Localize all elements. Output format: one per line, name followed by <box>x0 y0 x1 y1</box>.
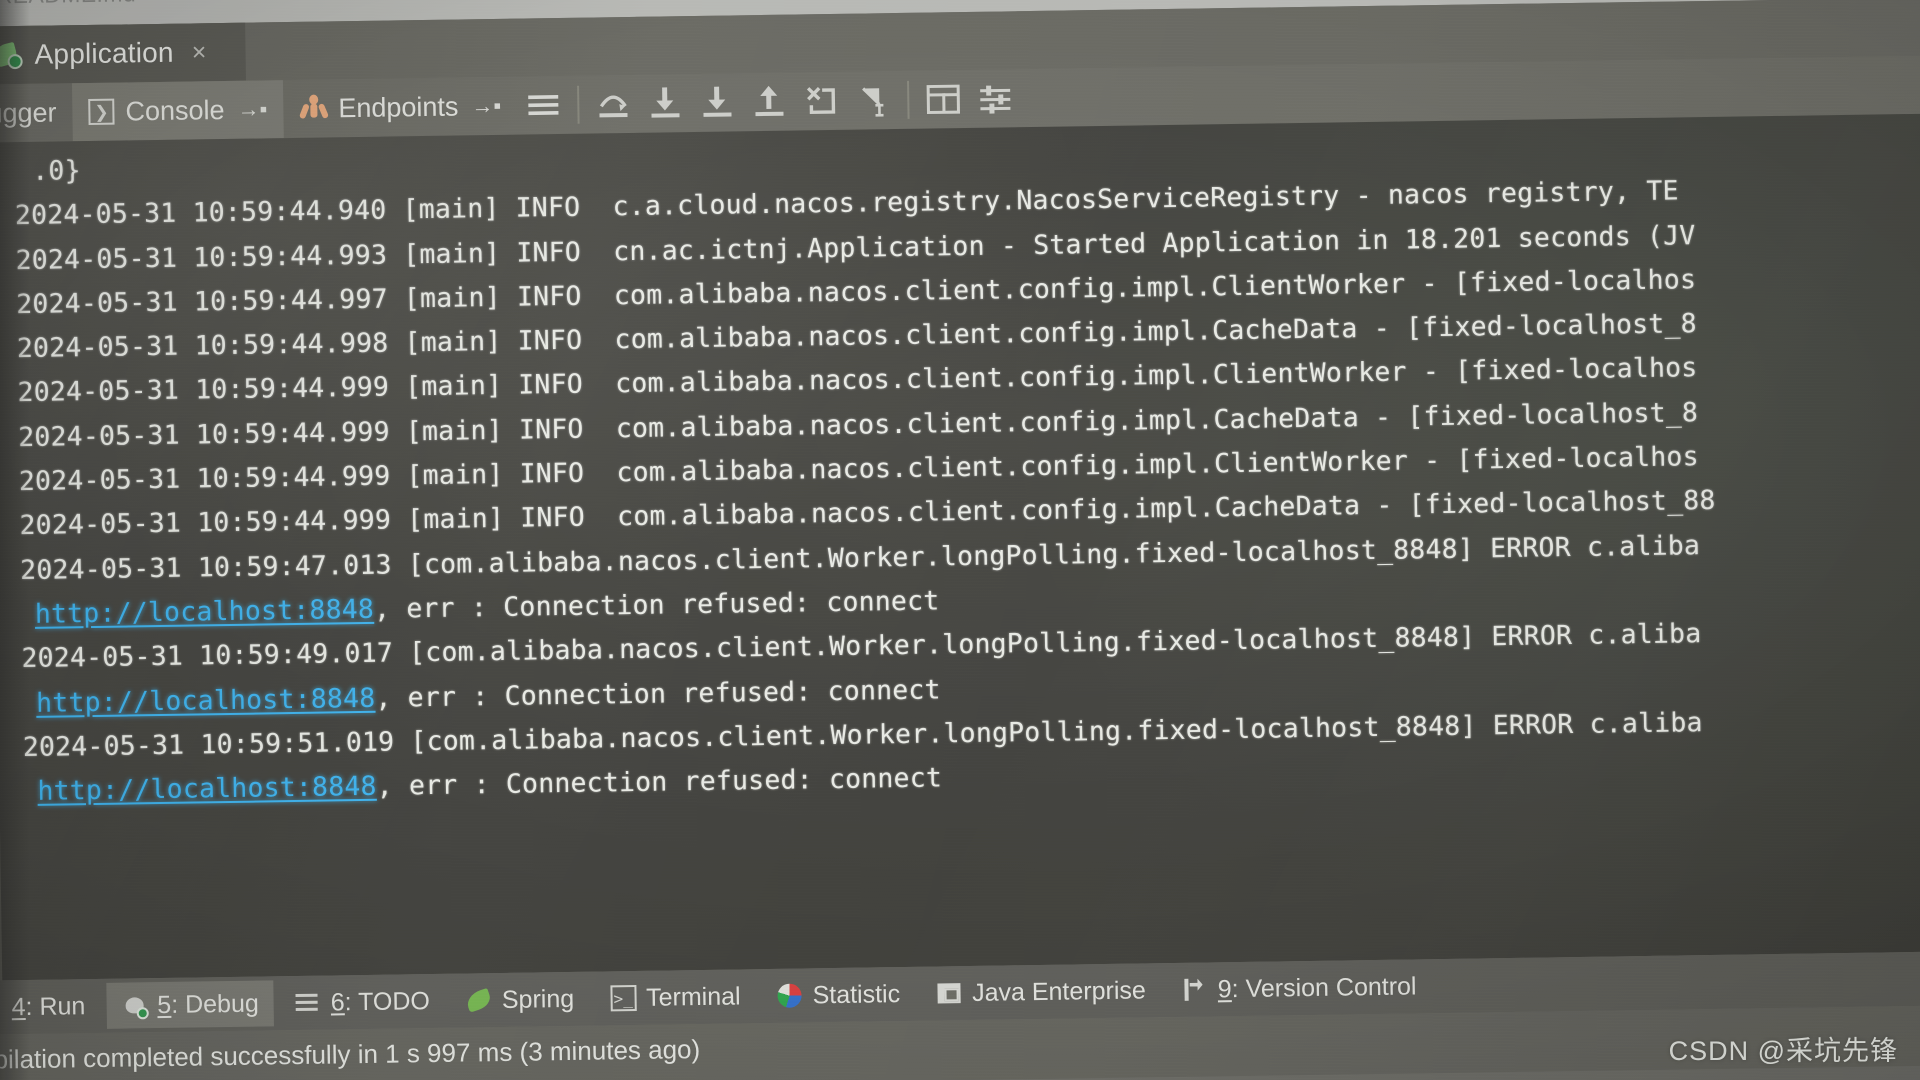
status-message: ompilation completed successfully in 1 s… <box>0 1034 701 1076</box>
tool-window-button-java-enterprise[interactable]: Java Enterprise <box>921 967 1161 1017</box>
force-step-into-icon[interactable] <box>691 76 744 129</box>
tool-window-button-spring[interactable]: Spring <box>451 976 590 1024</box>
console-link[interactable]: http://localhost:8848 <box>37 771 377 807</box>
subtab-label-debugger: ebugger <box>0 96 57 129</box>
tool-window-button-label: Terminal <box>645 981 741 1012</box>
console-line-text: , err : Connection refused: connect <box>376 762 943 802</box>
tool-window-button-debug[interactable]: 5: Debug <box>105 980 275 1029</box>
tool-window-button-statistic[interactable]: Statistic <box>761 971 915 1019</box>
tool-window-button-version-control[interactable]: 9: Version Control <box>1166 963 1431 1013</box>
tool-window-button-label: Statistic <box>812 979 901 1009</box>
menu-icon[interactable] <box>517 79 570 132</box>
console-line-text: , err : Connection refused: connect <box>373 585 940 625</box>
version-control-icon <box>1182 976 1208 1002</box>
tool-window-button-label: 4: Run <box>11 991 86 1021</box>
csdn-watermark: CSDN @采坑先锋 <box>1668 1036 1898 1066</box>
java-enterprise-icon <box>936 980 962 1006</box>
console-line-text: , err : Connection refused: connect <box>375 673 941 714</box>
tool-window-button-terminal[interactable]: >_ Terminal <box>595 973 756 1021</box>
tool-window-button-todo[interactable]: 6: TODO <box>279 978 445 1026</box>
pin-icon[interactable]: →▪ <box>471 93 501 119</box>
run-icon <box>0 994 2 1020</box>
subtab-label-endpoints: Endpoints <box>338 91 459 123</box>
settings-sliders-icon[interactable] <box>969 72 1022 125</box>
console-output[interactable]: .0} 2024-05-31 10:59:44.940 [main] INFO c… <box>0 112 1920 981</box>
tool-window-button-label: 9: Version Control <box>1217 971 1417 1003</box>
spring-icon <box>464 987 494 1013</box>
drop-frame-icon[interactable] <box>795 75 848 128</box>
endpoints-icon <box>298 94 330 122</box>
step-out-icon[interactable] <box>743 76 796 129</box>
evaluate-expression-icon[interactable] <box>917 73 970 126</box>
toolbar-divider <box>576 85 580 124</box>
subtab-label-console: Console <box>125 94 225 126</box>
config-tab-application[interactable]: Application × <box>0 22 246 85</box>
console-line-list: .0} 2024-05-31 10:59:44.940 [main] INFO c… <box>0 113 1920 815</box>
tool-window-button-label: Spring <box>501 984 575 1014</box>
tool-window-button-run[interactable]: 4: Run <box>0 983 101 1031</box>
config-tab-label: Application <box>34 36 174 70</box>
console-link[interactable]: http://localhost:8848 <box>35 594 375 630</box>
toolbar-divider <box>906 80 910 119</box>
editor-tab-readme[interactable]: README.md <box>0 0 136 9</box>
console-link[interactable]: http://localhost:8848 <box>36 682 376 718</box>
step-over-icon[interactable] <box>587 78 640 131</box>
todo-icon <box>295 990 321 1016</box>
spring-boot-debug-icon <box>0 41 23 70</box>
step-into-icon[interactable] <box>639 77 692 130</box>
tab-console[interactable]: ❯ Console →▪ <box>72 80 284 142</box>
ide-screen: README.md g: Application × ebugger ❯ Con… <box>0 0 1920 1080</box>
statistic-icon <box>776 983 802 1009</box>
screenshot-photo: README.md g: Application × ebugger ❯ Con… <box>0 0 1920 1080</box>
terminal-icon: >_ <box>609 984 637 1012</box>
tool-window-button-label: 6: TODO <box>330 986 431 1017</box>
tab-endpoints[interactable]: Endpoints →▪ <box>283 77 518 138</box>
tool-window-button-label: Java Enterprise <box>971 975 1146 1007</box>
console-icon: ❯ <box>88 98 115 125</box>
run-to-cursor-icon[interactable] <box>847 74 900 127</box>
close-icon[interactable]: × <box>191 38 206 67</box>
tab-debugger[interactable]: ebugger <box>0 83 73 143</box>
debug-icon <box>121 992 149 1020</box>
pin-icon[interactable]: →▪ <box>237 96 267 122</box>
tool-window-button-label: 5: Debug <box>157 989 259 1019</box>
